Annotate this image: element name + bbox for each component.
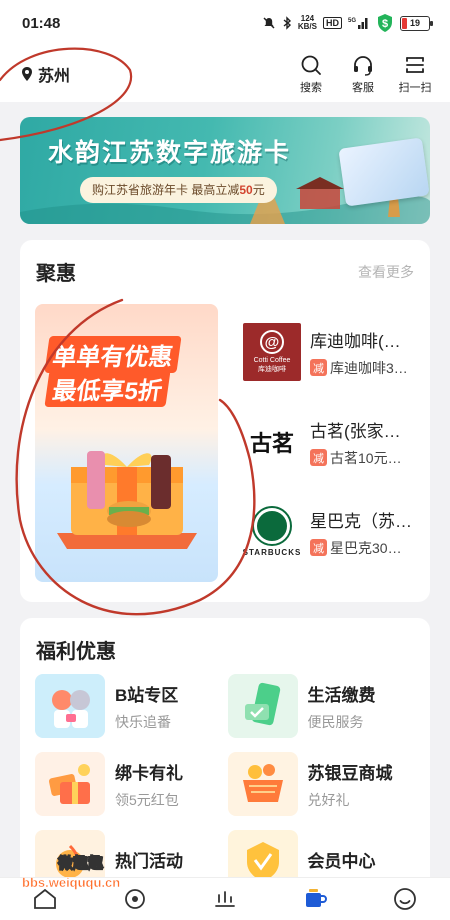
battery-level: 19	[409, 18, 420, 28]
scan-label: 扫一扫	[398, 82, 432, 94]
fuli-item-bilibili[interactable]: B站专区快乐追番	[35, 674, 228, 738]
fuli-title: 福利优惠	[36, 641, 116, 663]
headset-icon	[354, 56, 372, 76]
net-speed: 124 KB/S	[297, 14, 317, 31]
fuli-item-card-gift[interactable]: 绑卡有礼领5元红包	[35, 752, 228, 816]
nav-life[interactable]	[270, 878, 360, 920]
fuli-item-name: 绑卡有礼	[115, 763, 183, 783]
wealth-icon	[215, 891, 235, 907]
merchant-name: 星巴克（苏…	[310, 511, 412, 531]
header-actions: 搜索 客服 扫一扫	[292, 53, 434, 95]
battery-icon: 19	[400, 15, 433, 31]
top-header: 苏州 搜索 客服 扫一扫	[0, 46, 450, 102]
smile-icon	[394, 888, 416, 910]
status-bar: 01:48 124 KB/S HD 5G $ 19	[0, 0, 450, 46]
juhui-section: 聚惠 查看更多 单单有优惠 最低享5折 @ Cotti Coffee 库迪咖啡 库迪…	[20, 240, 430, 602]
fuli-item-name: 会员中心	[307, 851, 376, 871]
location-pin-icon	[22, 67, 32, 81]
customer-service-button[interactable]: 客服	[344, 53, 382, 95]
coffee-cup-icon	[306, 889, 327, 907]
merchant-item[interactable]: STARBUCKS 星巴克（苏… 减星巴克30…	[242, 504, 417, 560]
banner-subtitle: 购江苏省旅游年卡 最高立减50元	[80, 177, 277, 203]
search-icon	[301, 55, 321, 75]
scan-icon	[406, 57, 424, 73]
merchant-deal: 减古茗10元…	[310, 448, 402, 468]
svg-text:5G: 5G	[348, 18, 356, 24]
hd-badge: HD	[323, 17, 342, 29]
location-label: 苏州	[38, 68, 71, 85]
merchant-deal: 减库迪咖啡3…	[310, 358, 408, 378]
search-label: 搜索	[300, 82, 322, 94]
signal-icon: 5G	[348, 16, 370, 30]
status-time: 01:48	[22, 14, 61, 32]
travel-card-image	[338, 137, 430, 207]
bluetooth-icon	[282, 16, 292, 30]
shield-dollar-icon: $	[376, 13, 394, 33]
fuli-item-sub: 领5元红包	[115, 791, 179, 808]
location-selector[interactable]: 苏州	[20, 62, 70, 86]
fuli-item-bean-mall[interactable]: 苏银豆商城 兑好礼	[227, 752, 421, 816]
shopping-basket-icon	[227, 752, 298, 816]
promo-image[interactable]: 单单有优惠 最低享5折	[35, 304, 218, 582]
fuli-item-sub: 兑好礼	[307, 791, 350, 808]
nav-mine[interactable]	[360, 878, 450, 920]
fuli-item-name: B站专区	[115, 685, 179, 705]
merchant-deal: 减星巴克30…	[310, 538, 412, 558]
fuli-item-name: 苏银豆商城	[307, 763, 393, 783]
discount-tag: 减	[310, 539, 327, 556]
svg-text:$: $	[382, 18, 388, 30]
search-button[interactable]: 搜索	[292, 53, 330, 95]
banner-title: 水韵江苏数字旅游卡	[48, 138, 292, 167]
forum-watermark: 微趣趣 bbs.weiququ.cn	[22, 854, 121, 890]
discount-tag: 减	[310, 449, 327, 466]
mute-icon	[262, 16, 276, 30]
merchant-item[interactable]: 古茗 古茗(张家… 减古茗10元…	[242, 414, 417, 470]
fuli-item-sub: 快乐追番	[115, 713, 171, 730]
guming-logo: 古茗	[249, 431, 294, 457]
cotti-coffee-logo: @ Cotti Coffee 库迪咖啡	[242, 322, 302, 382]
discount-tag: 减	[310, 359, 327, 376]
phone-bill-icon	[227, 674, 298, 738]
gift-box-icon	[57, 451, 197, 549]
merchant-list: @ Cotti Coffee 库迪咖啡 库迪咖啡(… 减库迪咖啡3… 古茗 古茗(张…	[242, 322, 417, 594]
merchant-item[interactable]: @ Cotti Coffee 库迪咖啡 库迪咖啡(… 减库迪咖啡3…	[242, 322, 417, 382]
status-icons: 124 KB/S HD 5G $ 19	[262, 13, 433, 33]
starbucks-logo: STARBUCKS	[242, 502, 302, 562]
fuli-item-bill-pay[interactable]: 生活缴费 便民服务	[227, 674, 421, 738]
promo-headline-1: 单单有优惠	[44, 336, 182, 373]
customer-service-label: 客服	[352, 82, 374, 94]
view-more-link[interactable]: 查看更多	[358, 262, 414, 282]
travel-card-banner[interactable]: 水韵江苏数字旅游卡 购江苏省旅游年卡 最高立减50元	[20, 117, 430, 224]
juhui-title: 聚惠	[36, 263, 76, 285]
promo-headline-2: 最低享5折	[44, 370, 171, 407]
card-gift-icon	[35, 752, 105, 816]
merchant-name: 古茗(张家…	[310, 421, 401, 441]
bilibili-characters-icon	[35, 674, 105, 738]
fuli-item-name: 生活缴费	[307, 685, 376, 705]
merchant-name: 库迪咖啡(…	[310, 331, 401, 351]
fuli-item-sub: 便民服务	[307, 713, 364, 730]
scan-button[interactable]: 扫一扫	[396, 53, 434, 95]
